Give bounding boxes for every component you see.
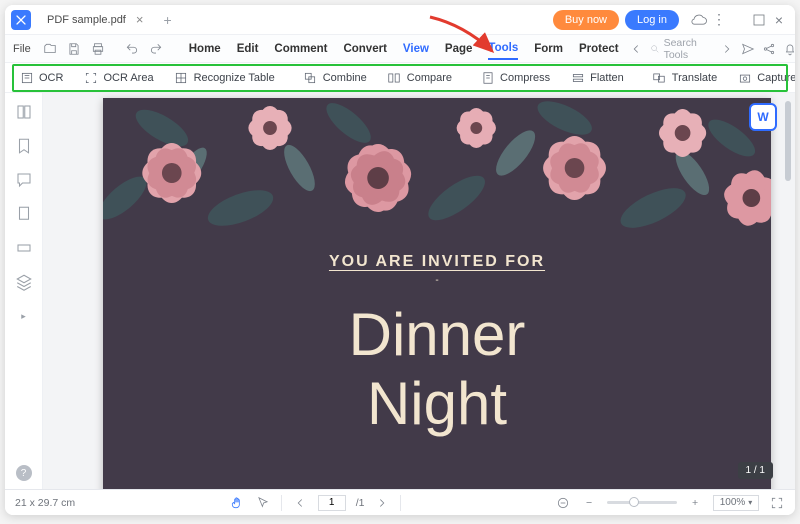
- table-icon: [174, 70, 189, 85]
- fullscreen-icon[interactable]: [769, 495, 785, 511]
- tab-title: PDF sample.pdf: [47, 14, 126, 26]
- tab-edit[interactable]: Edit: [237, 39, 259, 59]
- separator: [400, 495, 401, 511]
- tab-convert[interactable]: Convert: [343, 39, 386, 59]
- field-icon[interactable]: [15, 239, 33, 257]
- left-sidebar: ▸ ?: [5, 93, 43, 489]
- zoom-slider[interactable]: [607, 501, 677, 504]
- search-tools[interactable]: Search Tools: [650, 37, 714, 61]
- compress-icon: [480, 70, 495, 85]
- recognize-table-button[interactable]: Recognize Table: [168, 67, 281, 88]
- status-bar: 21 x 29.7 cm /1 − + 100%▾: [5, 489, 795, 515]
- bell-icon[interactable]: [783, 40, 795, 58]
- app-logo-icon: [11, 10, 31, 30]
- file-menu[interactable]: File: [13, 43, 31, 55]
- zoom-value-select[interactable]: 100%▾: [713, 495, 759, 511]
- ocr-area-icon: [83, 70, 98, 85]
- page-total: /1: [356, 497, 365, 509]
- add-tab-button[interactable]: +: [163, 12, 171, 28]
- open-icon[interactable]: [43, 40, 57, 58]
- print-icon[interactable]: [91, 40, 105, 58]
- help-button[interactable]: ?: [16, 465, 32, 481]
- tab-comment[interactable]: Comment: [274, 39, 327, 59]
- flatten-icon: [570, 70, 585, 85]
- document-canvas: YOU ARE INVITED FOR - Dinner Night W 1 /…: [43, 93, 795, 489]
- attachment-icon[interactable]: [15, 205, 33, 223]
- page-dimensions: 21 x 29.7 cm: [15, 497, 75, 509]
- export-word-badge[interactable]: W: [749, 103, 777, 131]
- minimize-icon[interactable]: [729, 10, 749, 30]
- comment-icon[interactable]: [15, 171, 33, 189]
- tab-protect[interactable]: Protect: [579, 39, 619, 59]
- menu-bar: File Home Edit Comment Convert View Page…: [5, 35, 795, 63]
- cloud-icon[interactable]: [689, 10, 709, 30]
- ocr-area-button[interactable]: OCR Area: [77, 67, 159, 88]
- compress-button[interactable]: Compress: [474, 67, 556, 88]
- login-button[interactable]: Log in: [625, 10, 679, 30]
- fit-width-icon[interactable]: [555, 495, 571, 511]
- bookmark-icon[interactable]: [15, 137, 33, 155]
- title-bar: PDF sample.pdf × + Buy now Log in ⋮ ×: [5, 5, 795, 35]
- tab-view[interactable]: View: [403, 39, 429, 59]
- chevron-right-icon[interactable]: [720, 40, 735, 58]
- chevron-left-icon[interactable]: [629, 40, 644, 58]
- buy-now-button[interactable]: Buy now: [553, 10, 619, 30]
- send-icon[interactable]: [741, 40, 756, 58]
- tools-toolbar: OCR OCR Area Recognize Table Combine Com…: [5, 63, 795, 93]
- page-number-input[interactable]: [318, 495, 346, 511]
- close-tab-icon[interactable]: ×: [136, 12, 144, 27]
- capture-icon: [737, 70, 752, 85]
- tab-form[interactable]: Form: [534, 39, 563, 59]
- invited-for-heading: YOU ARE INVITED FOR: [103, 253, 771, 271]
- prev-page-icon[interactable]: [292, 495, 308, 511]
- pdf-page[interactable]: YOU ARE INVITED FOR - Dinner Night: [103, 98, 771, 489]
- expand-sidebar-icon[interactable]: ▸: [21, 311, 26, 322]
- tools-toolbar-highlight: OCR OCR Area Recognize Table Combine Com…: [5, 63, 795, 93]
- zoom-out-icon[interactable]: −: [581, 495, 597, 511]
- select-tool-icon[interactable]: [255, 495, 271, 511]
- translate-icon: [652, 70, 667, 85]
- zoom-in-icon[interactable]: +: [687, 495, 703, 511]
- next-page-icon[interactable]: [374, 495, 390, 511]
- tab-tools[interactable]: Tools: [488, 38, 518, 60]
- close-window-icon[interactable]: ×: [769, 10, 789, 30]
- layers-icon[interactable]: [15, 273, 33, 291]
- hand-tool-icon[interactable]: [229, 495, 245, 511]
- thumbnails-icon[interactable]: [15, 103, 33, 121]
- document-tab[interactable]: PDF sample.pdf ×: [39, 8, 153, 32]
- kebab-menu-icon[interactable]: ⋮: [709, 10, 729, 30]
- capture-button[interactable]: Capture▾: [731, 67, 795, 88]
- main-heading-line2: Night: [103, 369, 771, 438]
- maximize-icon[interactable]: [749, 10, 769, 30]
- invitation-text: YOU ARE INVITED FOR - Dinner Night: [103, 233, 771, 438]
- flatten-button[interactable]: Flatten: [564, 67, 630, 88]
- page-indicator-badge: 1 / 1: [738, 462, 773, 479]
- tab-home[interactable]: Home: [189, 39, 221, 59]
- compare-button[interactable]: Compare: [381, 67, 458, 88]
- separator: [281, 495, 282, 511]
- workspace: ▸ ?: [5, 93, 795, 489]
- ocr-icon: [19, 70, 34, 85]
- undo-icon[interactable]: [125, 40, 139, 58]
- share-icon[interactable]: [762, 40, 777, 58]
- combine-button[interactable]: Combine: [297, 67, 373, 88]
- save-icon[interactable]: [67, 40, 81, 58]
- redo-icon[interactable]: [149, 40, 163, 58]
- translate-button[interactable]: Translate: [646, 67, 723, 88]
- main-heading-line1: Dinner: [103, 300, 771, 369]
- compare-icon: [387, 70, 402, 85]
- tab-page[interactable]: Page: [445, 39, 473, 59]
- combine-icon: [303, 70, 318, 85]
- vertical-scrollbar[interactable]: [785, 99, 791, 429]
- ocr-button[interactable]: OCR: [13, 67, 69, 88]
- floral-header-image: [103, 98, 771, 233]
